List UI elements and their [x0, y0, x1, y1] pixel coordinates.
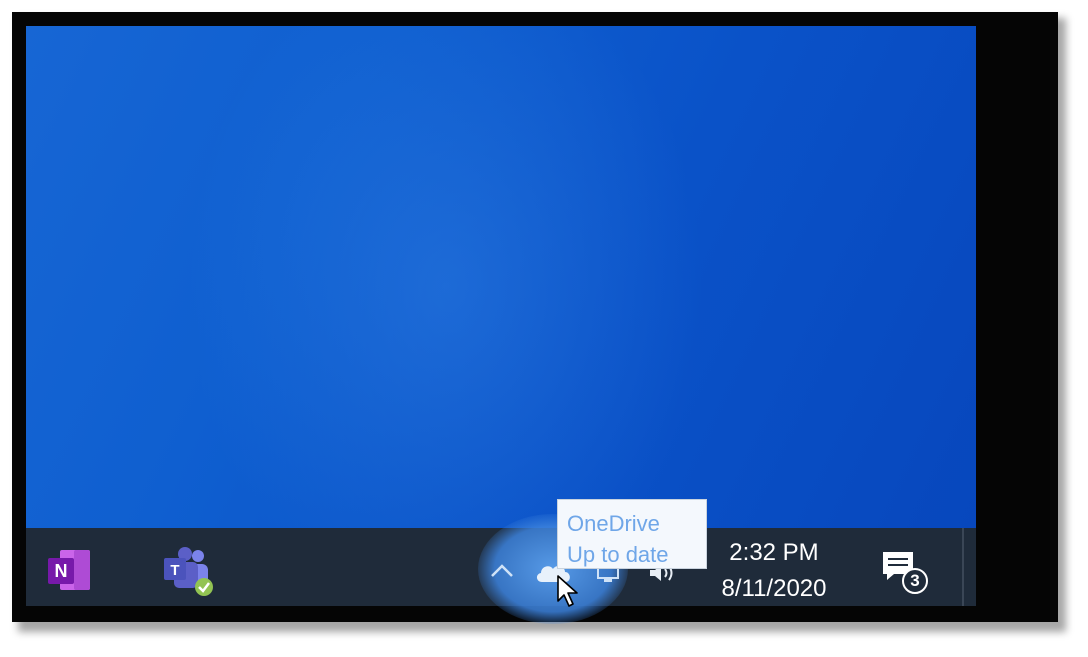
notification-count-badge: 3: [902, 568, 928, 594]
wallpaper-glow: [186, 26, 706, 528]
taskbar-app-teams[interactable]: T: [158, 542, 216, 600]
clock-date: 8/11/2020: [721, 575, 827, 602]
onedrive-tooltip: OneDrive Up to date: [557, 499, 707, 569]
clock-time: 2:32 PM: [729, 539, 819, 566]
svg-text:N: N: [55, 561, 68, 581]
onenote-icon: N: [48, 550, 90, 590]
svg-text:T: T: [170, 562, 179, 579]
chevron-up-icon: [491, 564, 513, 577]
pointer-icon: [557, 575, 578, 607]
tooltip-status: Up to date: [567, 542, 669, 567]
tooltip-title: OneDrive: [567, 511, 660, 536]
teams-icon: T: [164, 547, 213, 596]
action-center-button[interactable]: 3: [878, 546, 936, 596]
show-desktop-divider[interactable]: [962, 528, 964, 606]
desktop-background[interactable]: [26, 26, 976, 528]
taskbar-app-onenote[interactable]: N: [40, 542, 98, 600]
mouse-cursor: [556, 574, 584, 608]
taskbar-clock[interactable]: 2:32 PM 8/11/2020: [703, 533, 845, 603]
show-hidden-icons-button[interactable]: [484, 553, 520, 589]
